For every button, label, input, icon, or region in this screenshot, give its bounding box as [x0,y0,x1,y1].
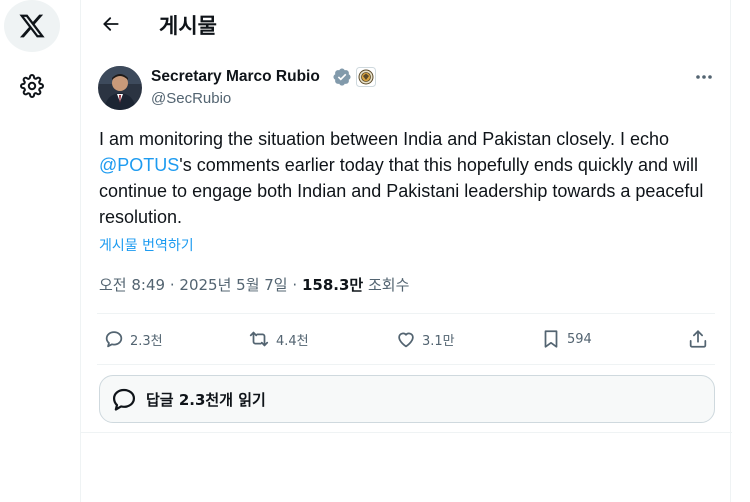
meta-separator-2: · [292,276,298,294]
page-title: 게시물 [159,14,217,38]
post-text-part-1: I am monitoring the situation between In… [99,129,669,149]
reply-count: 2.3천 [130,333,163,349]
repost-icon [249,331,269,347]
divider [97,313,715,314]
share-icon [689,330,707,348]
views-label: 조회수 [367,276,410,294]
post-metadata: 오전 8:49 · 2025년 5월 7일 · 158.3만 조회수 [99,274,409,295]
author-avatar[interactable] [98,66,142,110]
heart-icon [398,332,414,348]
post-action-bar: 2.3천 4.4천 3.1만 594 [97,322,715,360]
post-text: I am monitoring the situation between In… [99,126,714,230]
bookmark-icon [544,330,558,348]
government-seal-icon[interactable] [356,67,376,87]
post-column: 게시물 Secretary Marco Rubio @SecRubio I am… [80,0,732,502]
author-handle[interactable]: @SecRubio [151,90,231,107]
read-replies-label: 답글 2.3천개 읽기 [146,390,266,409]
more-options-button[interactable] [687,66,721,88]
repost-count: 4.4천 [276,333,309,349]
divider [81,432,732,433]
reply-button[interactable]: 2.3천 [103,328,163,350]
post-time[interactable]: 오전 8:49 [99,276,165,294]
author-name[interactable]: Secretary Marco Rubio [151,68,320,86]
settings-button[interactable] [14,68,50,104]
like-button[interactable]: 3.1만 [395,328,455,350]
back-button[interactable] [95,8,127,40]
gear-icon [20,74,44,98]
avatar-image [98,66,142,110]
post-text-part-2: 's comments earlier today that this hope… [99,155,704,227]
x-home-button[interactable] [4,0,60,52]
more-horizontal-icon [696,75,712,79]
divider [97,364,715,365]
mention-link[interactable]: @POTUS [99,155,179,175]
verified-badge-icon[interactable] [332,67,352,87]
like-count: 3.1만 [422,333,455,349]
post-date[interactable]: 2025년 5월 7일 [179,276,287,294]
arrow-left-icon [103,17,119,31]
meta-separator: · [169,276,175,294]
read-replies-button[interactable]: 답글 2.3천개 읽기 [99,375,715,423]
translate-post-link[interactable]: 게시물 번역하기 [99,235,194,255]
share-button[interactable] [687,328,709,350]
bookmark-count: 594 [567,331,592,347]
views-count: 158.3만 [301,276,364,294]
repost-button[interactable]: 4.4천 [247,328,309,350]
left-navigation [0,0,80,502]
x-logo-icon [19,14,45,38]
bookmark-button[interactable]: 594 [540,328,592,350]
chat-bubble-icon [112,388,136,411]
post-header: 게시물 [81,0,732,50]
reply-icon [105,331,123,348]
